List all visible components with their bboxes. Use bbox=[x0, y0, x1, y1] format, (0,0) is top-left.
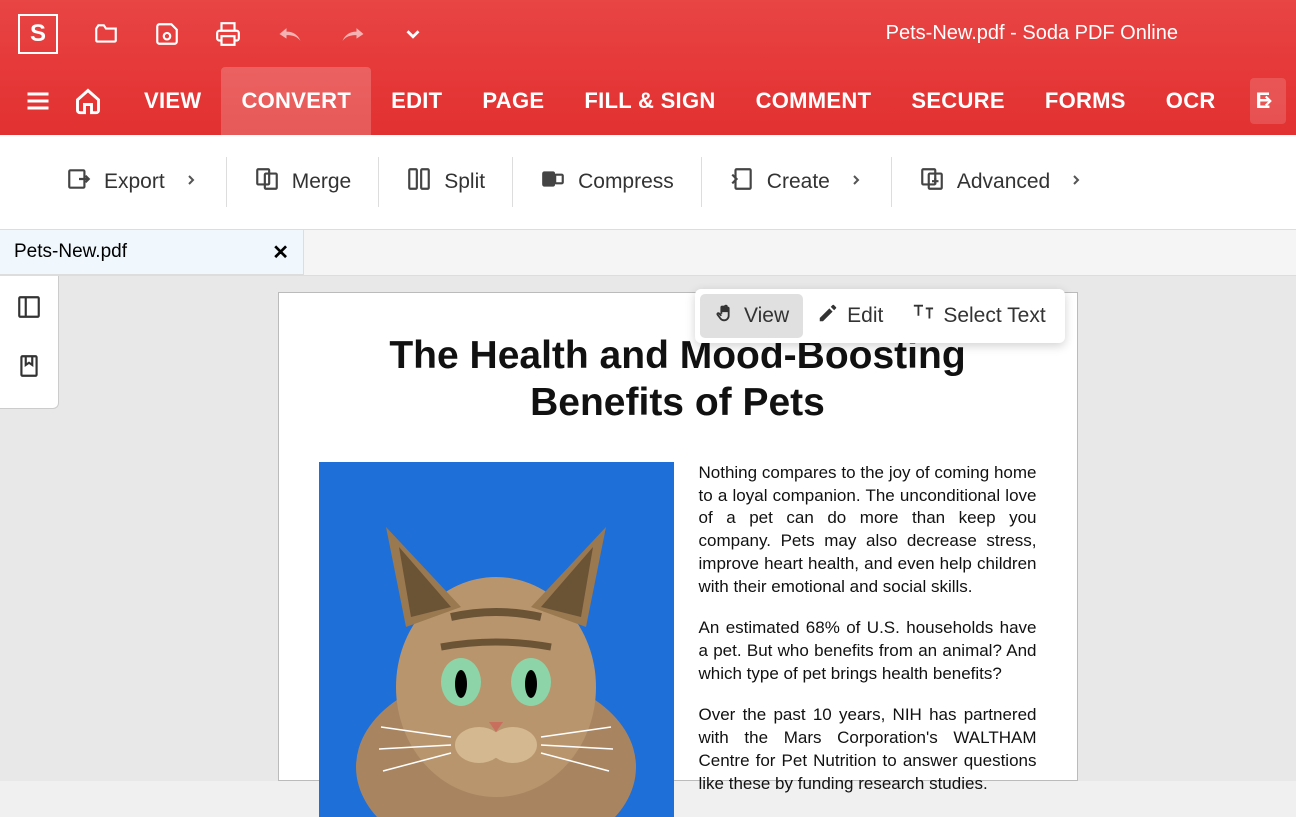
top-bar: S Pets-New.pdf - Soda PDF Online bbox=[0, 0, 1296, 67]
redo-icon[interactable] bbox=[339, 24, 367, 44]
paragraph-3: Over the past 10 years, NIH has partnere… bbox=[699, 704, 1037, 796]
pdf-page: The Health and Mood-Boosting Benefits of… bbox=[278, 292, 1078, 781]
chevron-right-icon bbox=[848, 170, 864, 194]
paragraph-1: Nothing compares to the joy of coming ho… bbox=[699, 462, 1037, 600]
merge-icon bbox=[254, 166, 280, 198]
pencil-icon bbox=[817, 302, 839, 330]
tab-secure[interactable]: SECURE bbox=[891, 67, 1025, 135]
split-button[interactable]: Split bbox=[384, 166, 507, 198]
compress-icon bbox=[540, 166, 566, 198]
advanced-icon bbox=[919, 166, 945, 198]
panels-icon[interactable] bbox=[16, 294, 42, 325]
view-mode-label: View bbox=[744, 304, 789, 328]
page-area: The Health and Mood-Boosting Benefits of… bbox=[59, 276, 1296, 781]
folder-open-icon[interactable] bbox=[93, 21, 119, 47]
chevron-right-icon bbox=[1068, 170, 1084, 194]
convert-toolbar: Export Merge Split Compress Create bbox=[0, 135, 1296, 230]
app-logo[interactable]: S bbox=[18, 14, 58, 54]
paragraph-2: An estimated 68% of U.S. households have… bbox=[699, 617, 1037, 686]
side-panel bbox=[0, 276, 59, 409]
page-title: The Health and Mood-Boosting Benefits of… bbox=[319, 333, 1037, 427]
tab-edit[interactable]: EDIT bbox=[371, 67, 462, 135]
undo-icon[interactable] bbox=[276, 24, 304, 44]
workspace: View Edit Select Text The Health and Moo… bbox=[0, 276, 1296, 781]
create-label: Create bbox=[767, 170, 830, 194]
document-tab-name: Pets-New.pdf bbox=[14, 241, 127, 263]
compress-button[interactable]: Compress bbox=[518, 166, 696, 198]
tab-page[interactable]: PAGE bbox=[462, 67, 564, 135]
tab-convert[interactable]: CONVERT bbox=[221, 67, 371, 135]
edit-mode-button[interactable]: Edit bbox=[803, 294, 897, 338]
close-icon[interactable]: ✕ bbox=[272, 240, 289, 265]
tab-fill-sign[interactable]: FILL & SIGN bbox=[564, 67, 735, 135]
nav-bar: VIEW CONVERT EDIT PAGE FILL & SIGN COMME… bbox=[0, 67, 1296, 135]
page-text: Nothing compares to the joy of coming ho… bbox=[699, 462, 1037, 817]
edit-mode-label: Edit bbox=[847, 304, 883, 328]
merge-button[interactable]: Merge bbox=[232, 166, 374, 198]
chevron-down-icon[interactable] bbox=[402, 23, 424, 45]
select-text-mode-label: Select Text bbox=[943, 304, 1045, 328]
menu-icon[interactable] bbox=[24, 87, 52, 115]
split-label: Split bbox=[444, 170, 485, 194]
tab-ocr[interactable]: OCR bbox=[1146, 67, 1236, 135]
nav-scroll-right[interactable] bbox=[1250, 78, 1286, 124]
export-button[interactable]: Export bbox=[44, 166, 221, 198]
home-icon[interactable] bbox=[74, 87, 102, 115]
merge-label: Merge bbox=[292, 170, 352, 194]
bookmark-icon[interactable] bbox=[16, 353, 42, 384]
cat-image bbox=[319, 462, 674, 817]
tab-forms[interactable]: FORMS bbox=[1025, 67, 1146, 135]
document-title: Pets-New.pdf - Soda PDF Online bbox=[886, 22, 1178, 45]
select-text-icon bbox=[911, 302, 935, 330]
tab-view[interactable]: VIEW bbox=[124, 67, 221, 135]
hand-icon bbox=[714, 302, 736, 330]
save-icon[interactable] bbox=[154, 21, 180, 47]
advanced-label: Advanced bbox=[957, 170, 1050, 194]
select-text-mode-button[interactable]: Select Text bbox=[897, 294, 1059, 338]
document-tab-bar: Pets-New.pdf ✕ bbox=[0, 230, 1296, 276]
document-tab[interactable]: Pets-New.pdf ✕ bbox=[0, 230, 304, 275]
tab-comment[interactable]: COMMENT bbox=[736, 67, 892, 135]
create-button[interactable]: Create bbox=[707, 166, 886, 198]
compress-label: Compress bbox=[578, 170, 674, 194]
view-mode-button[interactable]: View bbox=[700, 294, 803, 338]
export-label: Export bbox=[104, 170, 165, 194]
export-icon bbox=[66, 166, 92, 198]
create-icon bbox=[729, 166, 755, 198]
chevron-right-icon bbox=[183, 170, 199, 194]
print-icon[interactable] bbox=[215, 21, 241, 47]
split-icon bbox=[406, 166, 432, 198]
floating-mode-toolbar: View Edit Select Text bbox=[695, 289, 1065, 343]
advanced-button[interactable]: Advanced bbox=[897, 166, 1106, 198]
